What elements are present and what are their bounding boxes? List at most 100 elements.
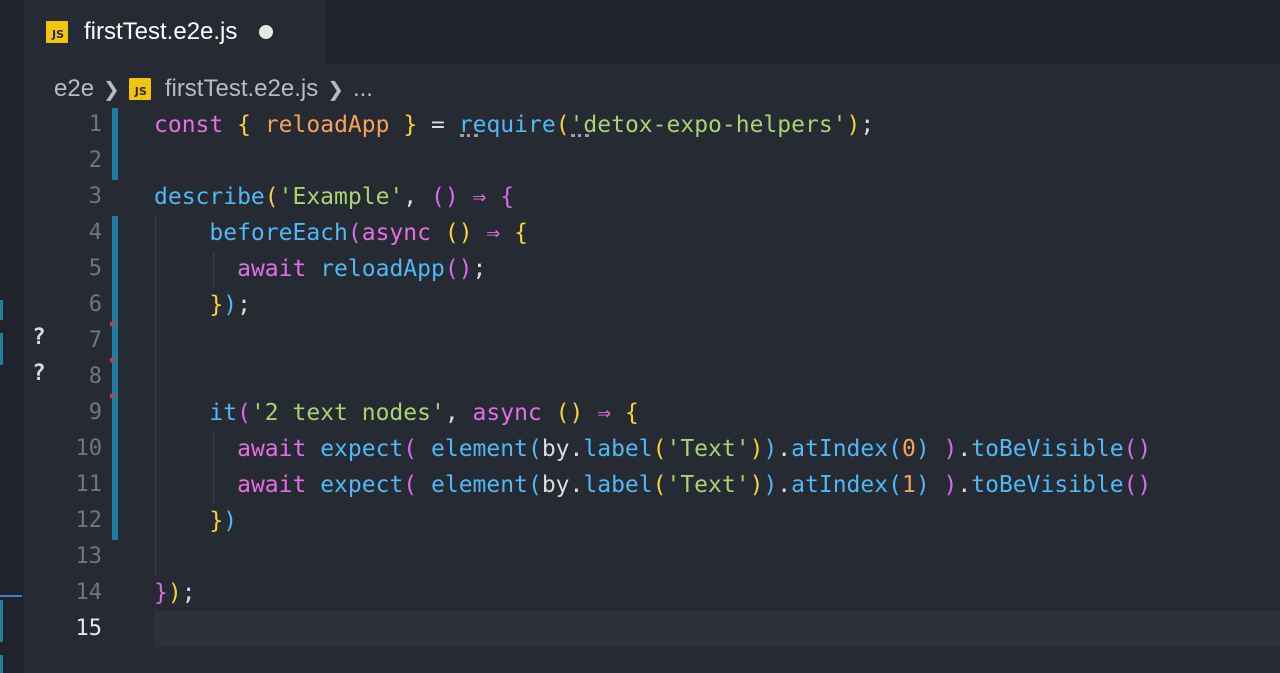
punctuation-token: ; <box>860 112 875 138</box>
current-line-highlight <box>154 611 1280 647</box>
line-number[interactable]: 9 <box>40 395 102 431</box>
activity-bar <box>0 0 23 673</box>
string-token: 'Text' <box>666 436 750 462</box>
bracket-token: ( <box>264 184 279 210</box>
breadcrumb-symbols[interactable]: ... <box>353 75 373 103</box>
code-line-12[interactable]: }) <box>154 503 237 539</box>
code-line-9[interactable]: it('2 text nodes', async () ⇒ { <box>154 395 638 431</box>
tab-first-test[interactable]: JS firstTest.e2e.js <box>23 0 325 64</box>
function-token: toBeVisible <box>971 472 1124 498</box>
bracket-token: ) <box>846 112 861 138</box>
function-token: element <box>431 436 528 462</box>
string-token: '2 text nodes' <box>250 400 445 426</box>
function-token: toBeVisible <box>971 436 1124 462</box>
javascript-file-icon: JS <box>128 78 151 100</box>
activity-active-line <box>0 595 22 597</box>
activity-indicator <box>0 655 3 673</box>
function-token: describe <box>154 184 265 210</box>
bracket-token: ( <box>237 400 251 426</box>
bracket-token: ) <box>223 508 238 534</box>
javascript-file-icon: JS <box>46 21 68 43</box>
punctuation-token: . <box>957 472 972 498</box>
bracket-token: } <box>154 580 168 606</box>
bracket-token: ( <box>888 436 902 462</box>
punctuation-token: . <box>569 436 584 462</box>
activity-indicator <box>0 600 3 642</box>
line-number[interactable]: 6 <box>40 287 102 323</box>
code-line-11[interactable]: await expect( element(by.label('Text')).… <box>154 467 1151 503</box>
arrow-token: ⇒ <box>472 184 487 210</box>
line-number[interactable]: 8 <box>40 359 102 395</box>
line-number[interactable]: 11 <box>40 467 103 503</box>
operator-token: = <box>431 112 445 138</box>
breadcrumb-file[interactable]: firstTest.e2e.js <box>165 75 318 103</box>
function-token: label <box>583 472 653 498</box>
git-deleted-marker[interactable] <box>110 358 117 363</box>
line-number[interactable]: 5 <box>40 251 102 287</box>
line-number[interactable]: 2 <box>40 143 102 179</box>
bracket-token: () <box>555 400 584 426</box>
code-line-4[interactable]: beforeEach(async () ⇒ { <box>154 215 528 251</box>
punctuation-token: . <box>957 436 972 462</box>
bracket-token: ) <box>749 436 764 462</box>
code-line-14[interactable]: }); <box>154 575 196 611</box>
keyword-token: await <box>237 472 307 498</box>
line-number[interactable]: 14 <box>40 575 103 611</box>
line-number[interactable]: 7 <box>40 323 102 359</box>
punctuation-token: ; <box>237 292 251 318</box>
git-change-bar[interactable] <box>112 216 118 540</box>
line-number[interactable]: 15 <box>40 611 103 647</box>
code-line-3[interactable]: describe('Example', () ⇒ { <box>154 179 514 215</box>
bracket-token: ( <box>403 436 418 462</box>
bracket-token: { <box>514 220 528 246</box>
unsaved-changes-dot-icon[interactable] <box>259 25 274 39</box>
bracket-token: ) <box>915 436 930 462</box>
bracket-token: ) <box>167 580 182 606</box>
function-token: expect <box>320 436 404 462</box>
bracket-token: ) <box>943 472 958 498</box>
bracket-token: ) <box>223 292 238 318</box>
keyword-token: const <box>154 112 224 138</box>
line-number[interactable]: 13 <box>40 539 103 575</box>
bracket-token: } <box>209 292 224 318</box>
line-number[interactable]: 1 <box>40 107 102 143</box>
bracket-token: () <box>1123 472 1152 498</box>
git-change-bar[interactable] <box>112 108 118 180</box>
function-token: atIndex <box>791 436 889 462</box>
bracket-token: } <box>209 508 224 534</box>
code-line-1[interactable]: const { reloadApp } = require('detox-exp… <box>154 107 874 143</box>
tab-label: firstTest.e2e.js <box>84 18 238 45</box>
line-number[interactable]: 12 <box>40 503 103 539</box>
punctuation-token: . <box>777 472 792 498</box>
code-line-10[interactable]: await expect( element(by.label('Text')).… <box>154 431 1151 467</box>
git-deleted-marker[interactable] <box>110 394 117 399</box>
variable-token: by <box>541 436 570 462</box>
bracket-token: ( <box>347 220 362 246</box>
function-token: element <box>431 472 528 498</box>
git-deleted-marker[interactable] <box>110 322 117 327</box>
keyword-token: async <box>472 400 542 426</box>
line-number[interactable]: 4 <box>40 215 102 251</box>
breadcrumb-folder[interactable]: e2e <box>54 75 94 103</box>
activity-indicator <box>0 333 3 365</box>
bracket-token: () <box>1123 436 1152 462</box>
bracket-token: ( <box>555 112 570 138</box>
punctuation-token: ; <box>472 256 487 282</box>
bracket-token: { <box>237 112 251 138</box>
code-line-6[interactable]: }); <box>154 287 251 323</box>
string-token: detox-expo-helpers' <box>583 112 847 138</box>
number-token: 0 <box>901 436 916 462</box>
variable-token: reloadApp <box>264 112 390 138</box>
line-number[interactable]: 3 <box>40 179 102 215</box>
punctuation-token: . <box>569 472 584 498</box>
function-token: atIndex <box>791 472 889 498</box>
variable-token: by <box>541 472 570 498</box>
line-number[interactable]: 10 <box>40 431 103 467</box>
tab-bar: JS firstTest.e2e.js <box>23 0 1280 64</box>
string-token: 'Example' <box>278 184 404 210</box>
code-line-5[interactable]: await reloadApp(); <box>154 251 486 287</box>
bracket-token: ( <box>403 472 418 498</box>
bracket-token: () <box>430 184 459 210</box>
keyword-token: await <box>237 256 307 282</box>
chevron-right-icon: ❯ <box>103 77 120 101</box>
